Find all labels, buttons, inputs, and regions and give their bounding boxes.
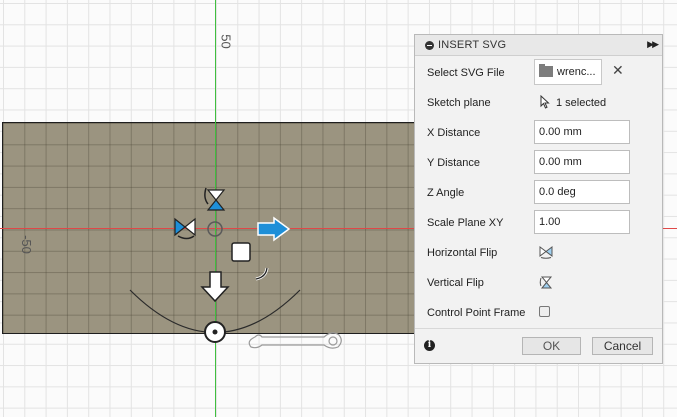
select-file-row: Select SVG File wrenc... ✕ — [415, 58, 662, 88]
control-point-frame-checkbox[interactable] — [539, 306, 550, 317]
sketch-plane-row: Sketch plane 1 selected — [415, 88, 662, 118]
wrench-outline — [248, 332, 342, 349]
z-angle-row: Z Angle 0.0 deg — [415, 178, 662, 208]
z-angle-label: Z Angle — [427, 187, 465, 199]
close-icon[interactable]: ✕ — [612, 62, 624, 79]
scale-label: Scale Plane XY — [427, 217, 504, 229]
control-point-frame-row: Control Point Frame — [415, 298, 662, 328]
cancel-button[interactable]: Cancel — [592, 337, 653, 355]
file-name: wrenc... — [557, 66, 596, 78]
x-distance-row: X Distance 0.00 mm — [415, 118, 662, 148]
vertical-flip-icon[interactable] — [538, 275, 554, 290]
control-point-frame-label: Control Point Frame — [427, 307, 526, 319]
origin-point[interactable] — [207, 221, 223, 237]
x-distance-label: X Distance — [427, 127, 481, 139]
y-distance-label: Y Distance — [427, 157, 480, 169]
select-file-label: Select SVG File — [427, 67, 505, 79]
expand-icon[interactable]: ▶▶ — [647, 39, 659, 50]
minus-circle-icon[interactable] — [425, 40, 434, 50]
sketch-plane-label: Sketch plane — [427, 97, 491, 109]
horizontal-flip-row: Horizontal Flip — [415, 238, 662, 268]
dialog-header[interactable]: INSERT SVG ▶▶ — [415, 35, 662, 56]
dialog-title: INSERT SVG — [438, 39, 507, 51]
folder-icon — [539, 64, 553, 77]
ok-button[interactable]: OK — [522, 337, 581, 355]
vertical-flip-row: Vertical Flip — [415, 268, 662, 298]
vertical-flip-handle[interactable] — [204, 187, 226, 211]
dialog-footer: i OK Cancel — [415, 328, 662, 363]
vertical-flip-label: Vertical Flip — [427, 277, 484, 289]
scale-handle[interactable] — [231, 242, 251, 262]
scale-input[interactable]: 1.00 — [534, 210, 630, 234]
cursor-icon[interactable] — [540, 95, 550, 109]
horizontal-flip-handle[interactable] — [174, 217, 196, 240]
info-icon[interactable]: i — [424, 340, 435, 351]
y-distance-row: Y Distance 0.00 mm — [415, 148, 662, 178]
horizontal-flip-label: Horizontal Flip — [427, 247, 498, 259]
scale-row: Scale Plane XY 1.00 — [415, 208, 662, 238]
select-file-button[interactable]: wrenc... — [534, 59, 602, 85]
x-move-arrow[interactable] — [257, 216, 291, 242]
sketch-plane-value[interactable]: 1 selected — [556, 97, 606, 109]
insert-svg-dialog: INSERT SVG ▶▶ Select SVG File wrenc... ✕… — [414, 34, 663, 364]
horizontal-flip-icon[interactable] — [538, 245, 554, 259]
y-move-arrow[interactable] — [200, 271, 230, 303]
y-distance-input[interactable]: 0.00 mm — [534, 150, 630, 174]
x-distance-input[interactable]: 0.00 mm — [534, 120, 630, 144]
z-angle-input[interactable]: 0.0 deg — [534, 180, 630, 204]
